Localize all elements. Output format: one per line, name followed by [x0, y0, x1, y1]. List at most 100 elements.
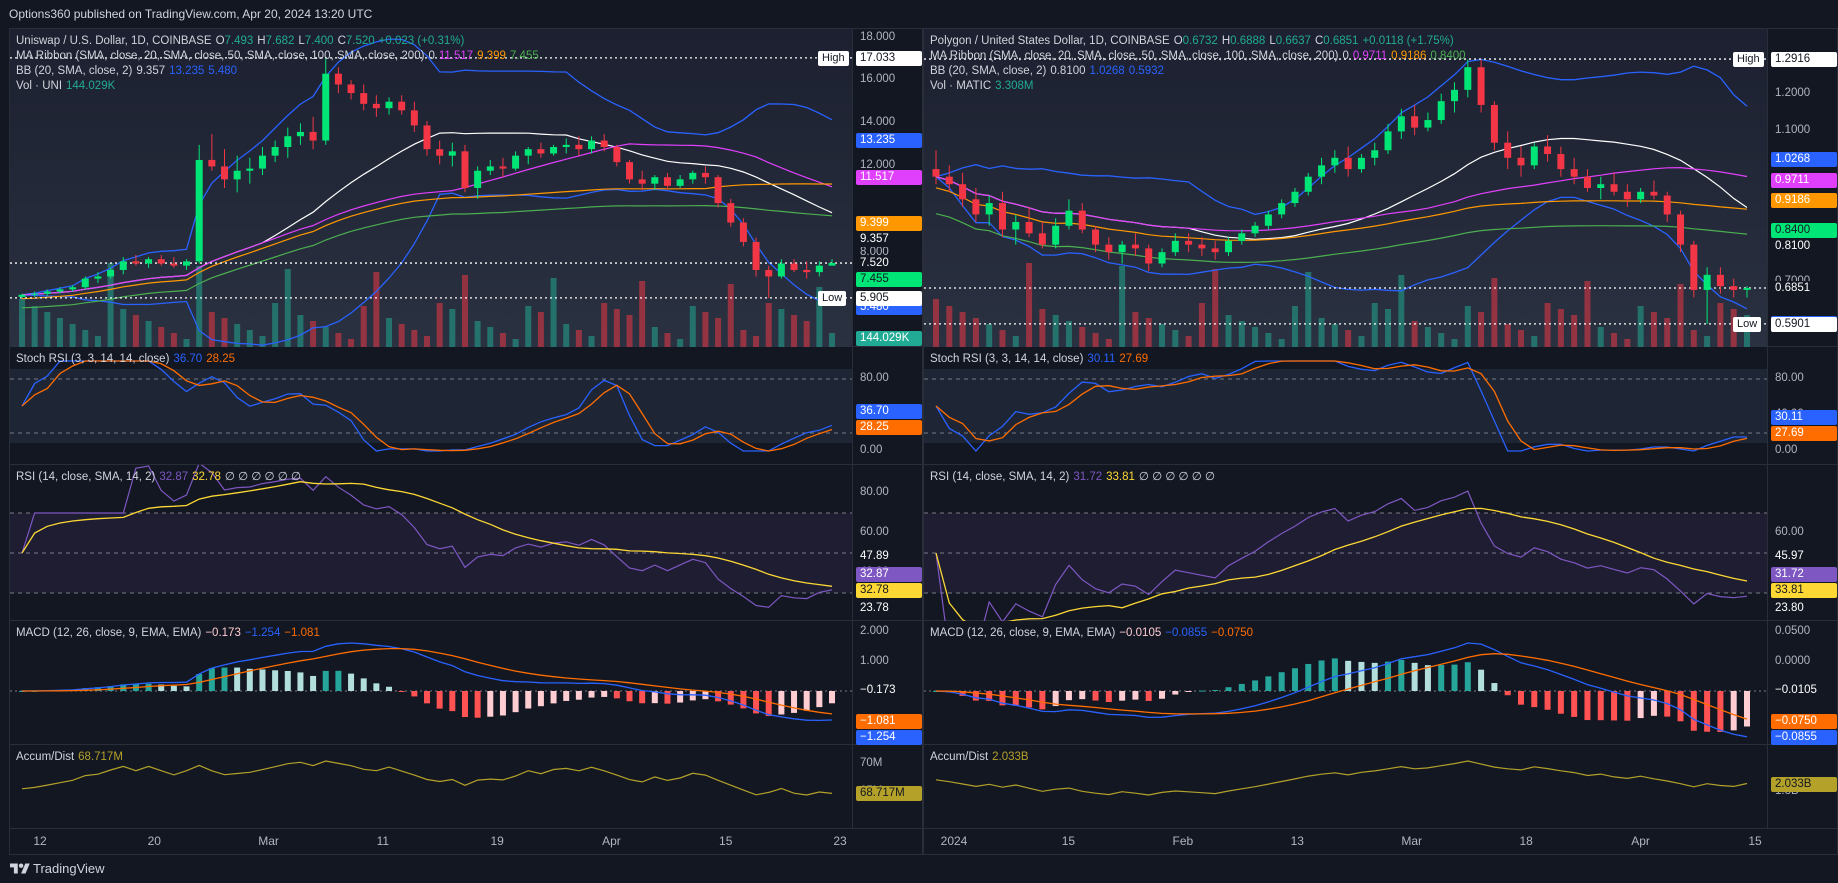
- time-axis[interactable]: 2024 15 Feb 13 Mar 18 Apr 15: [924, 828, 1837, 854]
- macd-hist-bar: [1145, 691, 1152, 701]
- time-tick: 23: [833, 834, 847, 848]
- macd-hist-bar: [575, 691, 582, 700]
- symbol-legend[interactable]: Uniswap / U.S. Dollar, 1D, COINBASE O7.49…: [16, 34, 464, 48]
- stoch-legend[interactable]: Stoch RSI (3, 3, 14, 14, close) 30.11 27.6…: [930, 352, 1148, 366]
- ad-label: Accum/Dist: [16, 751, 75, 763]
- bb-legend[interactable]: BB (20, SMA, close, 2) 0.8100 1.0268 0.5932: [930, 64, 1164, 78]
- macd-hist-bar: [1318, 660, 1325, 691]
- macd-hist-bar: [1411, 662, 1418, 691]
- pane-macd[interactable]: 0.0500 0.0000 −0.0105 −0.0750 −0.0855 MACD (1…: [924, 621, 1837, 745]
- price-price-scale[interactable]: 1.20001.10000.70001.02680.97110.91860.84…: [1767, 29, 1837, 346]
- volume-bar: [183, 339, 190, 347]
- candle[interactable]: [1477, 59, 1485, 113]
- ma-ribbon-legend[interactable]: MA Ribbon (SMA, close, 20, SMA, close, 5…: [930, 49, 1466, 63]
- ad-legend[interactable]: Accum/Dist 68.717M: [16, 750, 123, 764]
- volume-bar: [1571, 315, 1578, 347]
- volume-bar: [1265, 333, 1272, 347]
- candle[interactable]: [195, 144, 203, 264]
- volume-label: Vol · UNI: [16, 80, 63, 92]
- price-label: 1.0268: [1771, 152, 1837, 167]
- volume-bar: [1557, 309, 1564, 347]
- time-tick: Mar: [1401, 834, 1423, 848]
- macd-hist-bar: [1039, 691, 1046, 710]
- stoch-price-scale[interactable]: 80.0040.000.0030.1127.69: [1767, 347, 1837, 464]
- stoch-price-scale[interactable]: 80.00 0.00 36.70 28.25: [852, 347, 922, 464]
- ad-plot[interactable]: [10, 745, 852, 829]
- pane-price[interactable]: 1.20001.10000.70001.02680.97110.91860.84…: [924, 29, 1837, 347]
- rsi-plot[interactable]: [10, 465, 852, 621]
- pane-price[interactable]: 18.00016.00014.00012.0008.0004.00013.235…: [10, 29, 922, 347]
- rsi-price-scale[interactable]: 60.00 45.97 31.72 33.81 23.80: [1767, 465, 1837, 620]
- chart-matic[interactable]: 1.20001.10000.70001.02680.97110.91860.84…: [923, 28, 1838, 855]
- macd-price-scale[interactable]: 2.0001.0000.000−0.173−1.081−1.254: [852, 621, 922, 745]
- ad-price-scale[interactable]: 70M65M68.717M: [852, 745, 922, 828]
- macd-hist-bar: [601, 691, 608, 697]
- volume-bar: [753, 336, 760, 347]
- volume-bar: [1198, 303, 1205, 347]
- macd-hist-bar: [360, 678, 367, 691]
- stoch-d-value: 27.69: [1119, 353, 1149, 365]
- macd-hist-bar: [1159, 691, 1166, 699]
- chart-uni[interactable]: 18.00016.00014.00012.0008.0004.00013.235…: [9, 28, 923, 855]
- candle[interactable]: [1530, 142, 1538, 170]
- pane-stoch[interactable]: 80.00 0.00 36.70 28.25 Stoch RSI (3, 3, 14, …: [10, 347, 922, 465]
- stoch-legend[interactable]: Stoch RSI (3, 3, 14, 14, close) 36.70 28.2…: [16, 352, 235, 366]
- ad-legend[interactable]: Accum/Dist 2.033B: [930, 750, 1029, 764]
- pane-ad[interactable]: 70M65M68.717MAccum/Dist68.717M: [10, 745, 922, 829]
- pane-ad[interactable]: 1.8B2.033B Accum/Dist2.033B: [924, 745, 1837, 829]
- stoch-k-label: 36.70: [856, 403, 922, 419]
- rsi-empty-values: ∅ ∅ ∅ ∅ ∅ ∅: [224, 471, 301, 483]
- tradingview-brand[interactable]: TradingView: [33, 861, 105, 876]
- price-price-scale[interactable]: 18.00016.00014.00012.0008.0004.00013.235…: [852, 29, 922, 346]
- volume-bar: [94, 336, 101, 347]
- volume-bar: [348, 339, 355, 347]
- macd-hist-bar: [449, 691, 456, 712]
- pane-stoch[interactable]: 80.0040.000.0030.1127.69 Stoch RSI (3, 3,…: [924, 347, 1837, 465]
- volume-bar: [715, 318, 722, 347]
- volume-bar: [1504, 324, 1511, 347]
- volume-bar: [1704, 336, 1711, 347]
- macd-price-scale[interactable]: 0.0500 0.0000 −0.0105 −0.0750 −0.0855: [1767, 621, 1837, 745]
- volume-bar: [360, 306, 367, 347]
- symbol-legend[interactable]: Polygon / United States Dollar, 1D, COIN…: [930, 34, 1454, 48]
- macd-hist-bar: [1464, 662, 1471, 691]
- macd-legend[interactable]: MACD (12, 26, close, 9, EMA, EMA) −0.0105…: [930, 626, 1253, 640]
- volume-bar: [829, 333, 835, 347]
- ad-price-scale[interactable]: 1.8B2.033B: [1767, 745, 1837, 828]
- candle[interactable]: [461, 144, 469, 193]
- rsi-price-scale[interactable]: 80.0060.0040.0047.8932.8732.7823.78: [852, 465, 922, 620]
- volume-legend[interactable]: Vol · MATIC 3.308M: [930, 79, 1034, 93]
- macd-hist-bar: [829, 691, 835, 704]
- macd-hist-bar: [234, 667, 241, 691]
- ad-value-label: 68.717M: [856, 786, 922, 802]
- ma-ribbon-legend[interactable]: MA Ribbon (SMA, close, 20, SMA, close, 5…: [16, 49, 539, 63]
- pane-macd[interactable]: 2.0001.0000.000−0.173−1.081−1.254 MACD (1…: [10, 621, 922, 745]
- macd-legend[interactable]: MACD (12, 26, close, 9, EMA, EMA) −0.173−…: [16, 626, 320, 640]
- pane-rsi[interactable]: 80.0060.0040.0047.8932.8732.7823.78 RSI (…: [10, 465, 922, 621]
- volume-bar: [1092, 333, 1099, 347]
- ad-plot[interactable]: [924, 745, 1767, 829]
- bb-legend[interactable]: BB (20, SMA, close, 2) 9.357 13.235 5.480: [16, 64, 237, 78]
- rsi-legend[interactable]: RSI (14, close, SMA, 14, 2) 31.72 33.81 ∅ ∅…: [930, 470, 1215, 484]
- price-label: 0.9186: [1771, 192, 1837, 208]
- candle[interactable]: [1690, 240, 1698, 298]
- ma-ribbon-value: 11.517: [438, 50, 474, 62]
- pane-rsi[interactable]: 60.00 45.97 31.72 33.81 23.80 RSI (14, close,…: [924, 465, 1837, 621]
- price-tick: 1.1000: [1775, 124, 1811, 137]
- macd-hist-bar: [284, 670, 291, 691]
- time-tick: 12: [33, 834, 47, 848]
- volume-legend[interactable]: Vol · UNI 144.029K: [16, 79, 115, 93]
- volume-bar: [537, 312, 544, 347]
- rsi-tick: 60.00: [860, 526, 889, 538]
- volume-bar: [322, 327, 329, 347]
- candle[interactable]: [714, 175, 722, 208]
- rsi-legend[interactable]: RSI (14, close, SMA, 14, 2) 32.87 32.78 ∅ ∅…: [16, 470, 301, 484]
- rsi-value-label: 31.72: [1771, 567, 1837, 582]
- volume-bar: [1225, 315, 1232, 347]
- macd-hist-bar: [398, 691, 405, 692]
- bb-value: 1.0268: [1089, 65, 1125, 77]
- time-axis[interactable]: 12 20 Mar 11 19 Apr 15 23: [10, 828, 922, 854]
- macd-hist-label: −0.173: [856, 683, 922, 698]
- rsi-plot[interactable]: [924, 465, 1767, 621]
- macd-hist-bar: [1478, 669, 1485, 691]
